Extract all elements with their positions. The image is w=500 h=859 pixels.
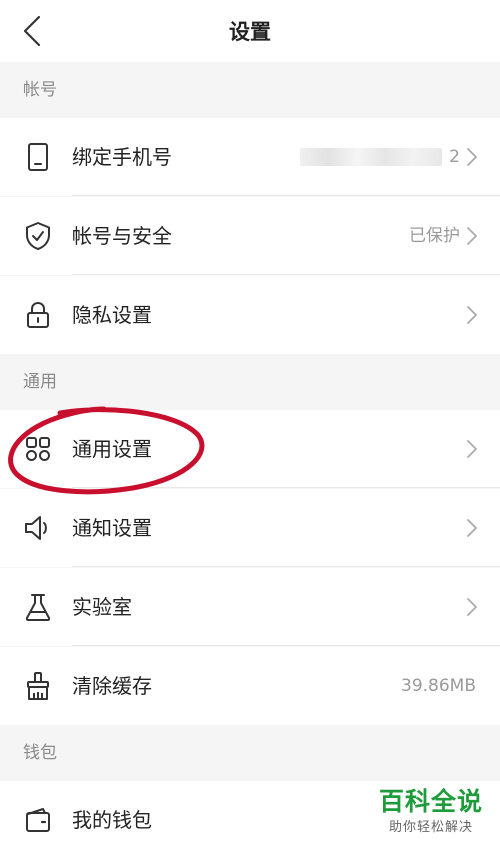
- chevron-right-icon: [464, 596, 480, 618]
- row-value: 39.86MB: [401, 676, 476, 696]
- chevron-right-icon: [464, 146, 480, 168]
- flask-icon: [22, 591, 54, 623]
- divider: [72, 195, 500, 196]
- row-account-security[interactable]: 帐号与安全 已保护: [0, 197, 500, 275]
- divider: [72, 645, 500, 646]
- row-label: 绑定手机号: [72, 145, 172, 169]
- lock-icon: [22, 299, 54, 331]
- chevron-right-icon: [464, 517, 480, 539]
- back-button[interactable]: [12, 11, 52, 51]
- row-bind-phone[interactable]: 绑定手机号 2: [0, 118, 500, 196]
- row-label: 帐号与安全: [72, 224, 172, 248]
- redacted-phone-number: [300, 148, 442, 166]
- row-value: 2: [449, 147, 460, 167]
- divider: [72, 566, 500, 567]
- row-label: 清除缓存: [72, 674, 152, 698]
- section-header-wallet: 钱包: [0, 725, 500, 781]
- row-lab[interactable]: 实验室: [0, 568, 500, 646]
- chevron-right-icon: [464, 225, 480, 247]
- section-label: 帐号: [23, 80, 57, 100]
- chevron-right-icon: [464, 304, 480, 326]
- row-notification-settings[interactable]: 通知设置: [0, 489, 500, 567]
- row-privacy-settings[interactable]: 隐私设置: [0, 276, 500, 354]
- row-clear-cache[interactable]: 清除缓存 39.86MB: [0, 647, 500, 725]
- row-label: 隐私设置: [72, 303, 152, 327]
- divider: [72, 274, 500, 275]
- section-label: 通用: [23, 372, 57, 392]
- wallet-icon: [22, 804, 54, 836]
- page-title: 设置: [229, 20, 271, 44]
- row-label: 我的钱包: [72, 808, 152, 832]
- nav-header: 设置: [0, 0, 500, 62]
- speaker-icon: [22, 512, 54, 544]
- row-my-wallet[interactable]: 我的钱包: [0, 781, 500, 859]
- broom-icon: [22, 670, 54, 702]
- divider: [72, 487, 500, 488]
- chevron-left-icon: [23, 15, 41, 47]
- phone-icon: [22, 141, 54, 173]
- section-label: 钱包: [23, 743, 57, 763]
- row-label: 通用设置: [72, 437, 152, 461]
- row-label: 实验室: [72, 595, 132, 619]
- chevron-right-icon: [464, 438, 480, 460]
- section-header-general: 通用: [0, 354, 500, 410]
- row-general-settings[interactable]: 通用设置: [0, 410, 500, 488]
- grid-icon: [22, 433, 54, 465]
- shield-icon: [22, 220, 54, 252]
- section-header-account: 帐号: [0, 62, 500, 118]
- row-label: 通知设置: [72, 516, 152, 540]
- row-value: 已保护: [409, 226, 460, 246]
